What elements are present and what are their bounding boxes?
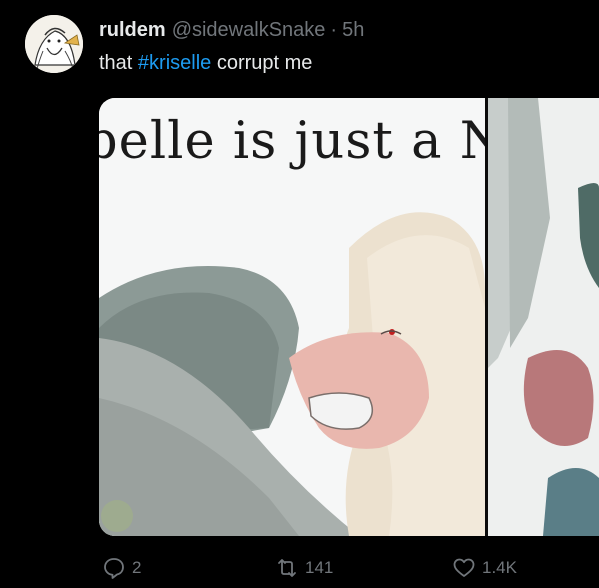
reply-button[interactable]: 2 xyxy=(102,556,141,580)
heart-icon xyxy=(453,558,475,577)
display-name[interactable]: ruldem xyxy=(99,19,166,42)
tweet-header: ruldem @sidewalkSnake · 5h xyxy=(99,19,364,45)
tweet[interactable]: ruldem @sidewalkSnake · 5h that #krisell… xyxy=(0,0,599,588)
hashtag-link[interactable]: #kriselle xyxy=(138,52,211,74)
illustration-right xyxy=(488,98,599,536)
repost-button[interactable]: 141 xyxy=(275,556,333,580)
tweet-media[interactable]: belle is just a N xyxy=(99,98,599,536)
tweet-text-before: that xyxy=(99,52,138,74)
tweet-text: that #kriselle corrupt me xyxy=(99,52,312,75)
illustration-left xyxy=(99,212,485,536)
repost-count: 141 xyxy=(305,558,334,577)
reply-icon xyxy=(104,558,124,579)
separator-dot: · xyxy=(330,19,338,41)
tweet-text-after: corrupt me xyxy=(211,52,313,74)
reply-count: 2 xyxy=(132,558,142,577)
media-image-left[interactable]: belle is just a N xyxy=(99,98,485,536)
like-count: 1.4K xyxy=(482,558,517,577)
timestamp[interactable]: 5h xyxy=(342,19,364,42)
tweet-actions: 2 141 1.4K xyxy=(0,556,599,586)
like-button[interactable]: 1.4K xyxy=(452,556,517,580)
media-image-right[interactable] xyxy=(488,98,599,536)
avatar[interactable] xyxy=(25,15,83,73)
user-handle[interactable]: @sidewalkSnake xyxy=(172,19,326,42)
avatar-image xyxy=(25,15,83,73)
repost-icon xyxy=(278,559,296,577)
